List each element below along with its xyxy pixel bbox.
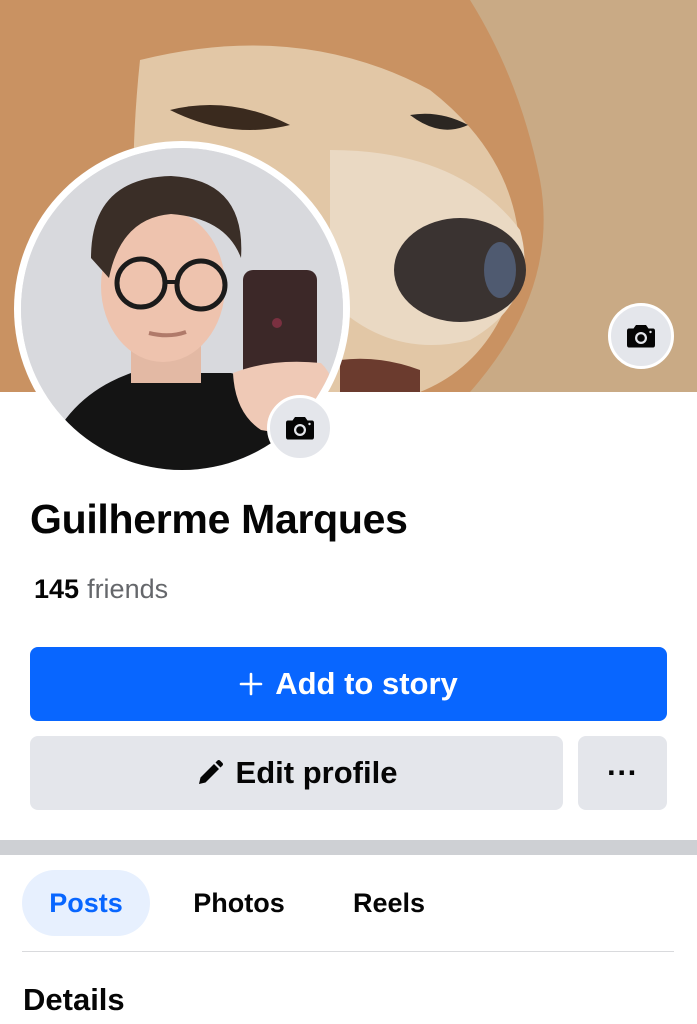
cover-camera-button[interactable] bbox=[608, 303, 674, 369]
camera-icon bbox=[627, 325, 655, 348]
edit-profile-label: Edit profile bbox=[235, 755, 398, 790]
camera-icon bbox=[286, 417, 314, 440]
more-horizontal-icon: ··· bbox=[607, 755, 638, 790]
tab-posts[interactable]: Posts bbox=[22, 870, 150, 936]
more-options-button[interactable]: ··· bbox=[578, 736, 667, 810]
details-heading: Details bbox=[23, 982, 125, 1017]
edit-profile-button[interactable]: Edit profile bbox=[30, 736, 563, 810]
profile-name: Guilherme Marques bbox=[30, 496, 408, 542]
pencil-icon bbox=[196, 759, 224, 787]
tabs-divider bbox=[22, 951, 674, 952]
friends-count-number: 145 bbox=[34, 574, 80, 604]
section-divider bbox=[0, 840, 697, 855]
plus-icon bbox=[239, 672, 263, 696]
avatar-camera-button[interactable] bbox=[267, 395, 333, 461]
add-to-story-label: Add to story bbox=[275, 666, 458, 701]
friends-count-label: friends bbox=[87, 574, 169, 604]
friends-count[interactable]: 145 friends bbox=[34, 574, 168, 605]
tab-photos[interactable]: Photos bbox=[168, 870, 310, 936]
add-to-story-button[interactable]: Add to story bbox=[30, 647, 667, 721]
tab-reels[interactable]: Reels bbox=[330, 870, 448, 936]
